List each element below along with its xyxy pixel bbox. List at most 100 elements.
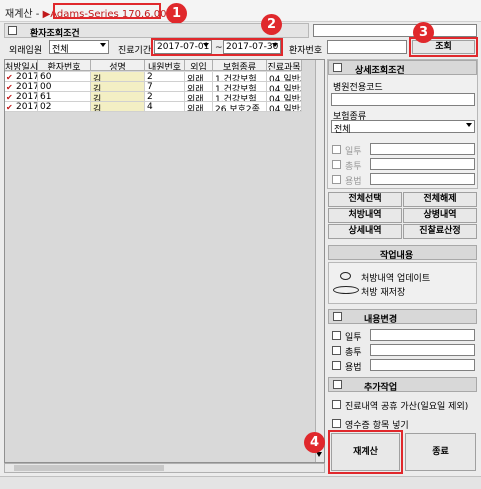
change-opt-input[interactable]	[370, 344, 475, 356]
grid-cell-name[interactable]: 김	[91, 92, 145, 102]
date-to-value: 2017-07-30	[226, 42, 279, 52]
grid-column-header[interactable]: 환자번호	[38, 60, 91, 71]
radio-update[interactable]	[340, 272, 351, 280]
outin-select[interactable]: 전체	[49, 40, 109, 55]
change-opt-input[interactable]	[370, 329, 475, 341]
grid-cell-name[interactable]: 김	[91, 102, 145, 112]
detail-opt-label: 총투	[345, 162, 362, 172]
radio-resave[interactable]	[333, 286, 359, 294]
change-opt-label: 용법	[345, 363, 362, 373]
grid-cell-ins[interactable]: 1.건강보험	[213, 72, 267, 82]
detail-opt-input[interactable]	[370, 143, 475, 155]
work-header-label: 작업내용	[380, 251, 414, 261]
detail-action-button[interactable]: 전체선택	[328, 192, 402, 207]
detail-opt-label: 일투	[345, 147, 362, 157]
grid-cell-visit[interactable]: 2	[145, 72, 185, 82]
vertical-scrollbar[interactable]	[315, 60, 324, 462]
outin-value: 전체	[52, 45, 69, 55]
grid-column-header[interactable]: 처방일시	[5, 60, 38, 71]
grid-cell-pid[interactable]: 60	[38, 72, 91, 82]
grid-cell-visit[interactable]: 7	[145, 82, 185, 92]
grid-column-header[interactable]: 보험종류	[213, 60, 267, 71]
grid-cell-dept[interactable]: 04.일반외	[267, 72, 302, 82]
detail-opt-checkbox[interactable]	[332, 175, 341, 184]
chevron-down-icon	[272, 43, 278, 47]
badge-3: 3	[413, 22, 434, 43]
grid-cell-pid[interactable]: 00	[38, 82, 91, 92]
detail-action-button[interactable]: 상병내역	[403, 208, 477, 223]
hospital-code-input[interactable]	[331, 93, 475, 106]
detail-action-button[interactable]: 상세내역	[328, 224, 402, 239]
change-header	[328, 309, 477, 324]
detail-action-button[interactable]: 처방내역	[328, 208, 402, 223]
grid-cell-io[interactable]: 외래	[185, 102, 213, 112]
holiday-checkbox[interactable]	[332, 400, 341, 409]
chevron-down-icon	[203, 43, 209, 47]
close-button[interactable]: 종료	[405, 433, 476, 471]
grid-column-header[interactable]: 진료과목	[267, 60, 302, 71]
grid-cell-ins[interactable]: 1.건강보험	[213, 82, 267, 92]
grid-column-header[interactable]: 외입	[185, 60, 213, 71]
grid-cell-name[interactable]: 김	[91, 82, 145, 92]
patient-label: 환자번호	[289, 46, 323, 56]
search-header-checkbox[interactable]	[8, 26, 17, 35]
date-label: 진료기간	[118, 46, 152, 56]
grid-cell-visit[interactable]: 2	[145, 92, 185, 102]
detail-header-label: 상세조회조건	[355, 66, 405, 76]
change-header-checkbox[interactable]	[333, 312, 342, 321]
row-check-icon: ✔	[6, 93, 13, 102]
detail-opt-input[interactable]	[370, 158, 475, 170]
grid-cell-io[interactable]: 외래	[185, 82, 213, 92]
ins-type-select[interactable]: 전체	[331, 120, 475, 135]
extra-header-checkbox[interactable]	[333, 380, 342, 389]
receipt-checkbox[interactable]	[332, 419, 341, 428]
grid-cell-pid[interactable]: 02	[38, 102, 91, 112]
detail-action-button[interactable]: 전체해제	[403, 192, 477, 207]
detail-header-checkbox[interactable]	[333, 63, 342, 72]
hospital-code-label: 병원전용코드	[333, 83, 383, 93]
grid-cell-pid[interactable]: 61	[38, 92, 91, 102]
extra-header	[328, 377, 477, 392]
detail-action-button[interactable]: 진찰료산정	[403, 224, 477, 239]
top-right-field[interactable]	[313, 24, 477, 37]
status-bar	[0, 476, 481, 489]
chevron-down-icon	[100, 43, 106, 47]
change-opt-input[interactable]	[370, 359, 475, 371]
change-opt-checkbox[interactable]	[332, 346, 341, 355]
grid-cell-io[interactable]: 외래	[185, 92, 213, 102]
grid-column-header[interactable]: 성명	[91, 60, 145, 71]
detail-opt-checkbox[interactable]	[332, 160, 341, 169]
chevron-down-icon	[466, 123, 472, 127]
recalc-button[interactable]: 재계산	[331, 433, 400, 471]
grid-cell-dept[interactable]: 04.일반외	[267, 102, 302, 112]
grid-cell-dept[interactable]: 04.일반외	[267, 82, 302, 92]
grid-column-header[interactable]: 내원번호	[145, 60, 185, 71]
scroll-thumb[interactable]	[14, 465, 164, 471]
row-check-icon: ✔	[6, 83, 13, 92]
radio-resave-label: 처방 재저장	[361, 288, 406, 298]
badge-2: 2	[261, 14, 282, 35]
date-from-value: 2017-07-01	[157, 42, 210, 52]
detail-opt-label: 용법	[345, 177, 362, 187]
date-from-select[interactable]: 2017-07-01	[154, 40, 212, 54]
patient-id-input[interactable]	[327, 40, 407, 54]
detail-opt-input[interactable]	[370, 173, 475, 185]
date-to-select[interactable]: 2017-07-30	[223, 40, 281, 54]
change-opt-checkbox[interactable]	[332, 331, 341, 340]
outin-label: 외래입원	[9, 46, 43, 56]
ins-type-value: 전체	[334, 125, 351, 135]
grid-cell-ins[interactable]: 26.보호2종	[213, 102, 267, 112]
grid-cell-dept[interactable]: 04.일반외	[267, 92, 302, 102]
prescription-grid[interactable]	[4, 59, 325, 463]
radio-update-label: 처방내역 업데이트	[361, 274, 431, 284]
change-header-label: 내용변경	[364, 315, 398, 325]
detail-opt-checkbox[interactable]	[332, 145, 341, 154]
grid-cell-visit[interactable]: 4	[145, 102, 185, 112]
grid-cell-ins[interactable]: 1.건강보험	[213, 92, 267, 102]
grid-cell-name[interactable]: 김	[91, 72, 145, 82]
grid-cell-io[interactable]: 외래	[185, 72, 213, 82]
date-separator: ~	[215, 43, 223, 53]
title-highlight	[53, 3, 161, 19]
change-opt-checkbox[interactable]	[332, 361, 341, 370]
scroll-down-arrow-icon[interactable]	[316, 452, 322, 457]
